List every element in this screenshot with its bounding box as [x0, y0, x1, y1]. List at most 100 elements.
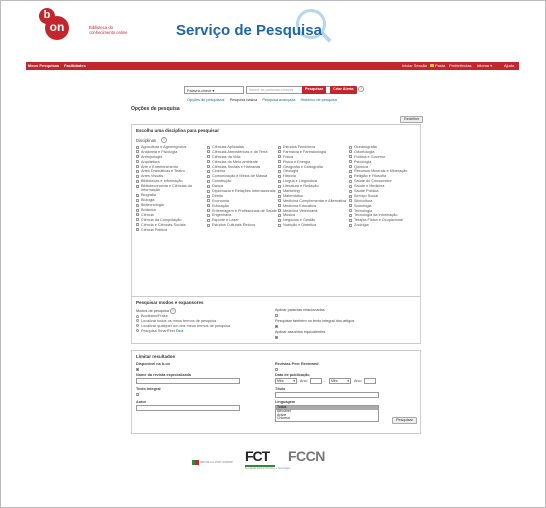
create-alert-button[interactable]: Criar Alerta: [330, 86, 357, 94]
discipline-item[interactable]: Nutrição e Dietética: [278, 223, 348, 227]
discipline-checkbox[interactable]: [136, 179, 139, 183]
discipline-checkbox[interactable]: [136, 228, 139, 232]
discipline-item[interactable]: Biologia: [136, 198, 206, 202]
discipline-checkbox[interactable]: [349, 204, 352, 208]
discipline-checkbox[interactable]: [278, 174, 281, 178]
discipline-item[interactable]: Ciência Política: [136, 228, 206, 232]
discipline-checkbox[interactable]: [207, 160, 210, 164]
discipline-checkbox[interactable]: [278, 179, 281, 183]
discipline-item[interactable]: Fisica e Energia: [278, 160, 348, 164]
discipline-item[interactable]: Saúde e Medicina: [349, 184, 419, 188]
discipline-checkbox[interactable]: [207, 155, 210, 159]
discipline-checkbox[interactable]: [207, 184, 210, 188]
discipline-item[interactable]: Biblioteconomia e Ciências da Informação: [136, 184, 206, 193]
discipline-checkbox[interactable]: [349, 174, 352, 178]
discipline-item[interactable]: Geografia e Cartografia: [278, 165, 348, 169]
discipline-item[interactable]: Anatomia e Fisiologia: [136, 150, 206, 154]
journal-name-input[interactable]: [136, 378, 240, 384]
discipline-item[interactable]: Negócios e Gestão: [278, 218, 348, 222]
discipline-item[interactable]: Antropologia: [136, 155, 206, 159]
discipline-item[interactable]: Religião e Filosofia: [349, 174, 419, 178]
discipline-checkbox[interactable]: [349, 184, 352, 188]
link-search-options[interactable]: Opções de pesquisa ▸: [187, 98, 225, 102]
discipline-checkbox[interactable]: [207, 209, 210, 213]
discipline-checkbox[interactable]: [278, 155, 281, 159]
discipline-checkbox[interactable]: [136, 165, 139, 169]
discipline-item[interactable]: Ciência da Computação: [136, 218, 206, 222]
discipline-checkbox[interactable]: [278, 194, 281, 198]
discipline-checkbox[interactable]: [278, 184, 281, 188]
discipline-item[interactable]: Silvicultura: [349, 199, 419, 203]
discipline-item[interactable]: Ciências Sociais e Humanas: [207, 165, 277, 169]
discipline-checkbox[interactable]: [136, 208, 139, 212]
discipline-item[interactable]: Medicina Educativa: [278, 204, 348, 208]
discipline-item[interactable]: Tecnologia da Informação: [349, 213, 419, 217]
discipline-checkbox[interactable]: [136, 218, 139, 222]
mode-all-terms[interactable]: Localizar todos os meus termos de pesqui…: [136, 319, 230, 323]
discipline-item[interactable]: Bibliotecas e Informação: [136, 179, 206, 183]
discipline-item[interactable]: Ciências Atmosféricas e da Terra: [207, 150, 277, 154]
discipline-checkbox[interactable]: [207, 214, 210, 218]
expander-related-checkbox[interactable]: [275, 313, 278, 317]
discipline-checkbox[interactable]: [278, 204, 281, 208]
discipline-item[interactable]: Literatura e Redação: [278, 184, 348, 188]
discipline-item[interactable]: Zoologia: [349, 223, 419, 227]
discipline-item[interactable]: Geologia: [278, 169, 348, 173]
discipline-item[interactable]: Ciências Aplicadas: [207, 145, 277, 149]
discipline-item[interactable]: Psicologia: [349, 160, 419, 164]
discipline-item[interactable]: Saúde do Consumidor: [349, 179, 419, 183]
discipline-item[interactable]: Agricultura e Agronegócios: [136, 145, 206, 149]
discipline-checkbox[interactable]: [349, 160, 352, 164]
nav-sign-in[interactable]: Iniciar Sessão: [402, 63, 427, 68]
discipline-checkbox[interactable]: [349, 199, 352, 203]
link-advanced-search[interactable]: Pesquisa avançada: [262, 98, 295, 102]
discipline-item[interactable]: Enfermagem e Profissionais de Saúde: [207, 209, 277, 213]
discipline-checkbox[interactable]: [278, 189, 281, 193]
discipline-checkbox[interactable]: [207, 223, 210, 227]
discipline-checkbox[interactable]: [207, 170, 210, 174]
discipline-checkbox[interactable]: [278, 150, 281, 154]
discipline-checkbox[interactable]: [349, 145, 352, 149]
pubdate-from-year[interactable]: [310, 378, 322, 384]
discipline-checkbox[interactable]: [349, 218, 352, 222]
language-option[interactable]: Chinesa: [276, 417, 378, 421]
discipline-item[interactable]: Esporte e Lazer: [207, 218, 277, 222]
available-checkbox[interactable]: [136, 367, 139, 371]
discipline-checkbox[interactable]: [136, 184, 139, 188]
search-type-select[interactable]: Palavra-chave ▾: [184, 86, 244, 94]
pubdate-to-year[interactable]: [364, 378, 376, 384]
discipline-checkbox[interactable]: [207, 165, 210, 169]
discipline-checkbox[interactable]: [207, 150, 210, 154]
help-icon[interactable]: ?: [358, 86, 364, 92]
discipline-checkbox[interactable]: [349, 179, 352, 183]
nav-facilities[interactable]: Facilidades: [64, 63, 86, 68]
reset-button[interactable]: Redefinir: [400, 116, 424, 123]
discipline-checkbox[interactable]: [278, 218, 281, 222]
discipline-checkbox[interactable]: [278, 160, 281, 164]
discipline-item[interactable]: Educação: [207, 204, 277, 208]
mode-any-terms[interactable]: Localizar qualquer um dos meus termos de…: [136, 324, 230, 328]
discipline-checkbox[interactable]: [349, 214, 352, 218]
link-search-history[interactable]: Histórico de pesquisa: [301, 98, 337, 102]
discipline-checkbox[interactable]: [207, 204, 210, 208]
discipline-item[interactable]: Botânica: [136, 208, 206, 212]
discipline-item[interactable]: Farmácia e Farmacologia: [278, 150, 348, 154]
pubdate-to-month[interactable]: Mês ▾: [329, 378, 351, 384]
discipline-checkbox[interactable]: [136, 160, 139, 164]
discipline-checkbox[interactable]: [349, 170, 352, 174]
discipline-checkbox[interactable]: [136, 155, 139, 159]
link-basic-search[interactable]: Pesquisa básica: [230, 98, 258, 102]
discipline-item[interactable]: Artes Dramáticas e Teatro: [136, 169, 206, 173]
fulltext-checkbox[interactable]: [136, 392, 139, 396]
discipline-item[interactable]: Engenharia: [207, 213, 277, 217]
discipline-checkbox[interactable]: [207, 199, 210, 203]
discipline-item[interactable]: Estudos Femininos: [278, 145, 348, 149]
discipline-item[interactable]: Ciências da Vida: [207, 155, 277, 159]
discipline-checkbox[interactable]: [136, 193, 139, 197]
discipline-checkbox[interactable]: [278, 223, 281, 227]
discipline-item[interactable]: Biografia: [136, 193, 206, 197]
discipline-checkbox[interactable]: [278, 209, 281, 213]
discipline-checkbox[interactable]: [136, 145, 139, 149]
discipline-item[interactable]: Direito: [207, 194, 277, 198]
discipline-item[interactable]: Artes Visuais: [136, 174, 206, 178]
